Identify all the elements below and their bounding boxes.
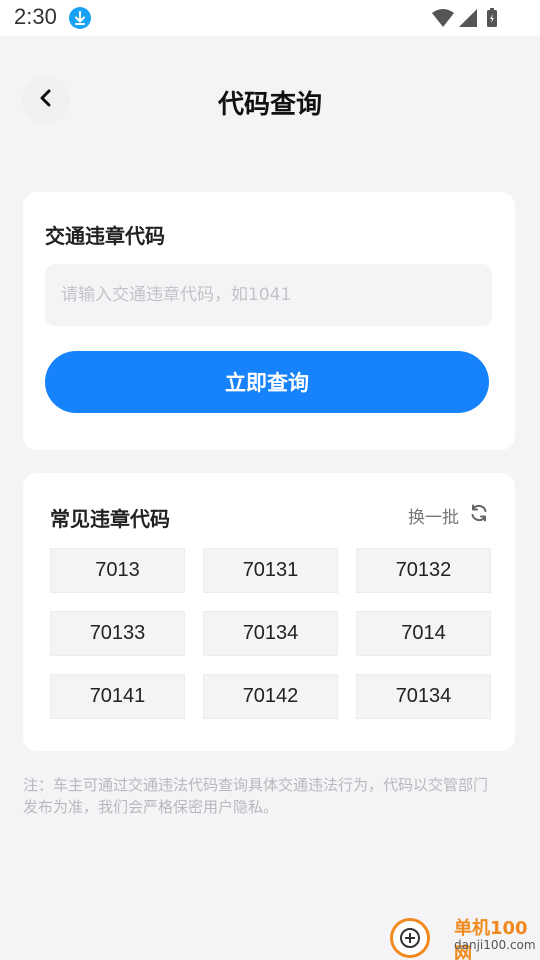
code-chip[interactable]: 70133 [50, 611, 185, 656]
watermark-title: 单机100网 [454, 918, 528, 960]
refresh-icon [469, 503, 489, 528]
code-grid: 7013 70131 70132 70133 70134 7014 70141 … [50, 548, 491, 719]
violation-code-input[interactable] [45, 264, 492, 326]
refresh-button[interactable]: 换一批 [408, 503, 489, 528]
page-title: 代码查询 [217, 90, 322, 120]
wifi-icon [432, 9, 454, 27]
refresh-label: 换一批 [408, 508, 459, 528]
code-chip[interactable]: 70142 [203, 674, 338, 719]
status-icons [432, 8, 502, 28]
common-codes-title: 常见违章代码 [50, 507, 170, 531]
watermark: 单机100网 danji100.com [390, 912, 540, 960]
search-card: 交通违章代码 立即查询 [23, 192, 515, 450]
common-codes-card: 常见违章代码 换一批 7013 70131 70132 70133 70134 … [23, 473, 515, 751]
watermark-logo-icon [390, 918, 430, 958]
query-button[interactable]: 立即查询 [45, 351, 489, 413]
privacy-note: 注：车主可通过交通违法代码查询具体交通违法行为，代码以交管部门发布为准，我们会严… [23, 776, 489, 816]
watermark-url: danji100.com [454, 938, 536, 952]
battery-icon [487, 8, 497, 27]
code-chip[interactable]: 70132 [356, 548, 491, 593]
search-card-label: 交通违章代码 [45, 224, 165, 248]
code-chip[interactable]: 7014 [356, 611, 491, 656]
code-chip[interactable]: 70134 [356, 674, 491, 719]
code-chip[interactable]: 7013 [50, 548, 185, 593]
nav-bar: 代码查询 [0, 36, 540, 166]
status-bar: 2:30 [0, 0, 540, 36]
code-chip[interactable]: 70134 [203, 611, 338, 656]
status-time: 2:30 [14, 4, 57, 29]
code-chip[interactable]: 70131 [203, 548, 338, 593]
download-icon [69, 7, 91, 29]
code-chip[interactable]: 70141 [50, 674, 185, 719]
signal-icon [459, 9, 477, 27]
